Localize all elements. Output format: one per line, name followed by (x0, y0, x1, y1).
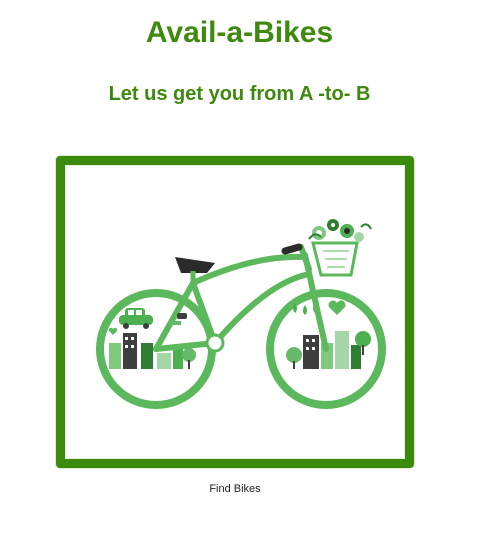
find-bikes-image-link[interactable] (56, 156, 414, 468)
page-title: Avail-a-Bikes (145, 16, 334, 49)
find-bikes-link[interactable]: Find Bikes (0, 483, 470, 495)
flower-basket-icon (308, 219, 372, 277)
bicycle-illustration-icon (96, 219, 386, 409)
page-tagline: Let us get you from A -to- B (108, 83, 371, 105)
